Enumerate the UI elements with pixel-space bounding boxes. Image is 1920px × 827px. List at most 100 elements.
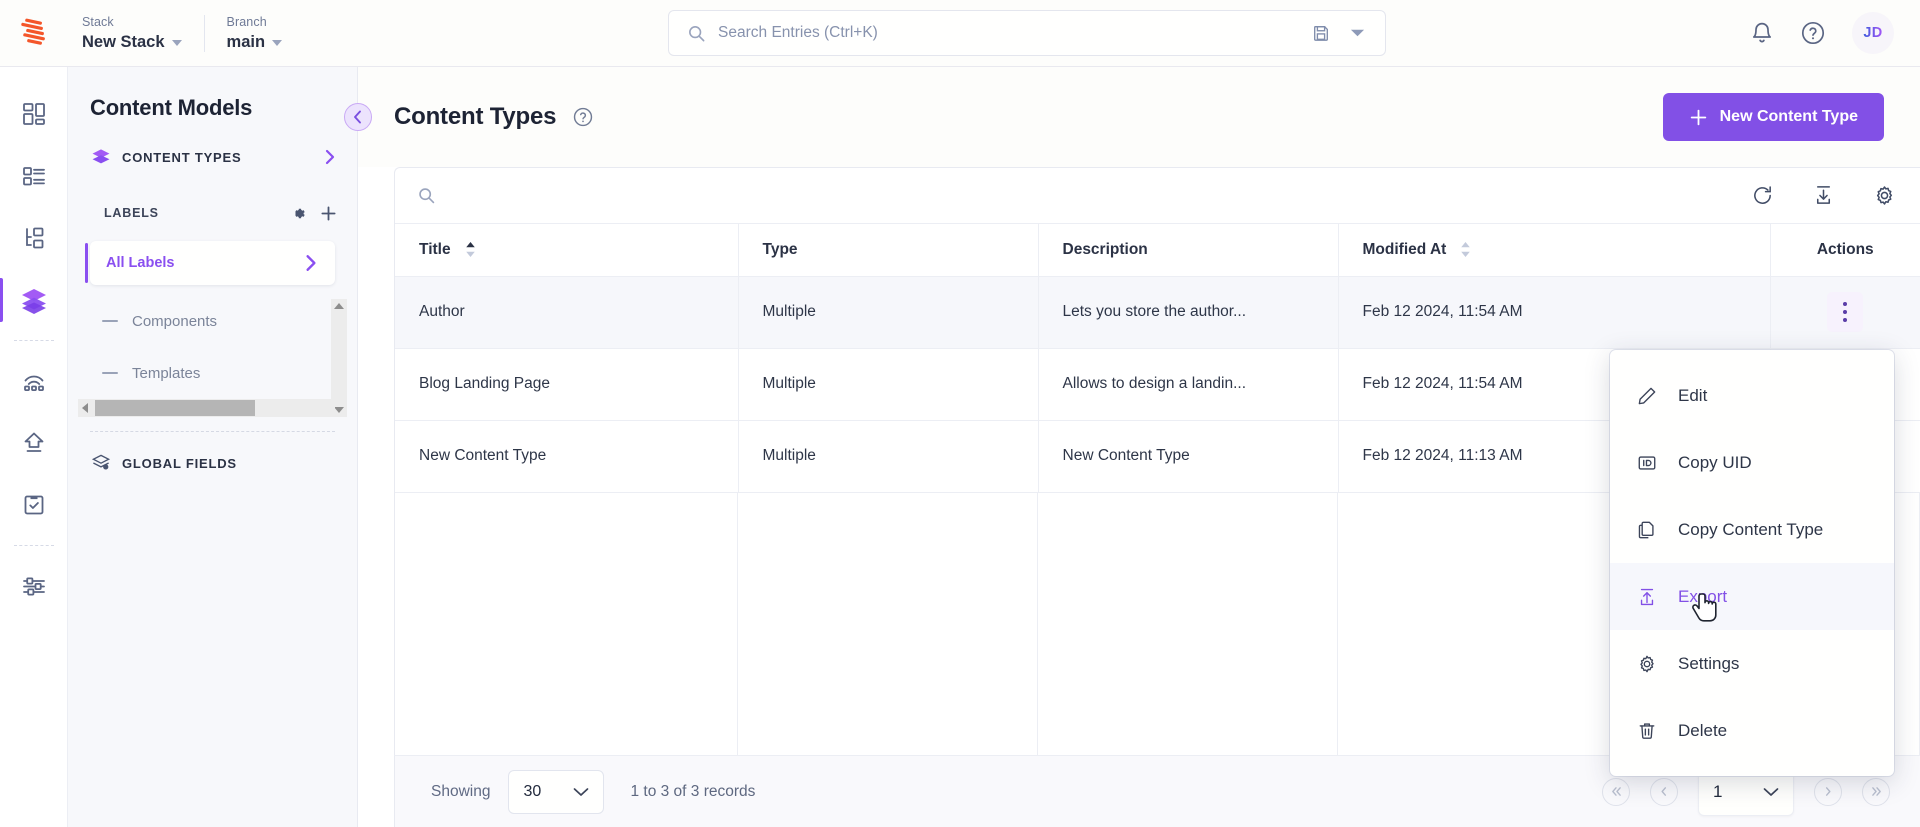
per-page-value: 30 (523, 782, 542, 800)
sort-arrows-icon[interactable] (465, 241, 476, 258)
dashboard-grid-icon (22, 103, 45, 125)
stack-name: New Stack (82, 32, 165, 51)
menu-item-edit[interactable]: Edit (1610, 362, 1894, 429)
left-nav-rail (0, 67, 68, 827)
menu-item-delete[interactable]: Delete (1610, 697, 1894, 764)
page-title: Content Types (394, 103, 557, 130)
scroll-left-arrow-icon[interactable] (82, 403, 88, 413)
column-header-title[interactable]: Title (395, 224, 739, 277)
last-page-button[interactable] (1862, 777, 1890, 806)
menu-item-label: Copy UID (1678, 452, 1752, 472)
collapse-panel-button[interactable] (344, 103, 372, 131)
first-page-button[interactable] (1602, 777, 1630, 806)
sidebar-item-entries[interactable] (0, 145, 68, 207)
per-page-select[interactable]: 30 (508, 769, 605, 814)
contentstack-logo-icon[interactable] (0, 18, 68, 48)
kebab-menu-icon[interactable] (1827, 292, 1864, 332)
list-item[interactable]: Components (68, 295, 357, 347)
search-input[interactable]: Search Entries (Ctrl+K) (718, 24, 1300, 42)
id-badge-icon (1636, 453, 1658, 473)
sort-arrows-icon[interactable] (1460, 241, 1471, 258)
bell-icon[interactable] (1750, 21, 1774, 46)
menu-item-settings[interactable]: Settings (1610, 630, 1894, 697)
column-header-modified-at[interactable]: Modified At (1338, 224, 1771, 277)
minus-icon (102, 372, 118, 374)
caret-down-icon (171, 39, 182, 46)
stack-selector[interactable]: Stack New Stack (68, 15, 204, 52)
global-fields-nav-item[interactable]: GLOBAL FIELDS (68, 440, 357, 486)
help-circle-icon[interactable] (1800, 20, 1826, 46)
next-page-button[interactable] (1814, 777, 1842, 806)
table-search-icon[interactable] (417, 186, 436, 205)
menu-item-copy-uid[interactable]: Copy UID (1610, 429, 1894, 496)
cell-description: Allows to design a landin... (1038, 348, 1339, 421)
gear-icon[interactable] (290, 205, 307, 222)
refresh-icon[interactable] (1751, 184, 1774, 207)
sidebar-item-releases[interactable] (0, 412, 68, 474)
prev-page-button[interactable] (1650, 777, 1678, 806)
tree-item-label: Components (132, 312, 218, 330)
sidebar-item-live-preview[interactable] (0, 350, 68, 412)
all-labels-label: All Labels (106, 255, 175, 271)
sidebar-item-workflows[interactable] (0, 474, 68, 536)
download-import-icon[interactable] (1812, 184, 1835, 207)
mouse-cursor-pointer (1692, 592, 1722, 628)
scroll-up-arrow-icon[interactable] (334, 303, 344, 309)
new-content-type-button[interactable]: New Content Type (1662, 93, 1884, 141)
chevron-right-icon[interactable] (323, 149, 337, 165)
rail-divider (13, 340, 54, 341)
list-view-icon (22, 167, 45, 186)
branch-value[interactable]: main (227, 32, 283, 52)
menu-item-copy-content-type[interactable]: Copy Content Type (1610, 496, 1894, 563)
copy-pages-icon (1636, 520, 1658, 540)
column-header-description[interactable]: Description (1038, 224, 1339, 277)
labels-label: LABELS (104, 206, 159, 220)
new-content-type-label: New Content Type (1719, 108, 1858, 125)
table-toolbar (395, 168, 1920, 224)
topbar-actions: JD (1750, 12, 1920, 54)
stacked-layers-icon (92, 149, 110, 164)
scroll-down-arrow-icon[interactable] (334, 407, 344, 413)
avatar[interactable]: JD (1852, 12, 1894, 54)
stacked-layers-icon (21, 289, 46, 314)
gear-icon[interactable] (1873, 184, 1896, 207)
global-search-wrapper: Search Entries (Ctrl+K) (304, 10, 1750, 56)
plus-icon[interactable] (320, 205, 337, 222)
chevron-left-icon (354, 110, 361, 124)
all-labels-item[interactable]: All Labels (85, 241, 335, 285)
branch-selector[interactable]: Branch main (203, 14, 305, 52)
table-row[interactable]: Author Multiple Lets you store the autho… (395, 276, 1920, 349)
sidebar-item-dashboard[interactable] (0, 83, 68, 145)
menu-item-export[interactable]: Export (1610, 563, 1894, 630)
sidebar-item-content-models[interactable] (0, 269, 68, 331)
sidebar-item-settings[interactable] (0, 555, 68, 617)
cell-title: New Content Type (395, 420, 739, 493)
search-dropdown-caret-icon[interactable] (1350, 28, 1365, 38)
stack-value[interactable]: New Stack (82, 32, 182, 52)
pencil-icon (1636, 386, 1658, 406)
menu-item-label: Edit (1678, 385, 1708, 405)
broadcast-icon (23, 375, 44, 391)
labels-section-header: LABELS (68, 193, 357, 233)
page-header: Content Types New Content Type (344, 67, 1920, 167)
menu-item-label: Delete (1678, 720, 1728, 740)
sidebar-item-hierarchy[interactable] (0, 207, 68, 269)
scrollbar-thumb[interactable] (95, 400, 255, 416)
hierarchy-tree-icon (25, 227, 43, 249)
global-search-box[interactable]: Search Entries (Ctrl+K) (668, 10, 1387, 56)
content-types-nav-item[interactable]: CONTENT TYPES (68, 135, 357, 179)
cell-type: Multiple (738, 420, 1039, 493)
chevron-right-icon (1825, 787, 1831, 796)
caret-down-icon (272, 39, 283, 46)
horizontal-scrollbar[interactable] (78, 399, 335, 417)
save-disk-icon[interactable] (1312, 24, 1330, 42)
list-item[interactable]: Templates (68, 347, 357, 399)
chevron-right-icon[interactable] (303, 254, 319, 272)
stack-branch-selector: Stack New Stack Branch main (68, 0, 304, 66)
table-header-row: Title Type Description Modified At Actio… (395, 224, 1920, 277)
upload-arrow-icon (24, 432, 43, 452)
tree-item-label: Templates (132, 364, 201, 382)
help-circle-icon[interactable] (572, 106, 594, 128)
column-header-type[interactable]: Type (738, 224, 1039, 277)
column-label: Modified At (1362, 240, 1447, 258)
